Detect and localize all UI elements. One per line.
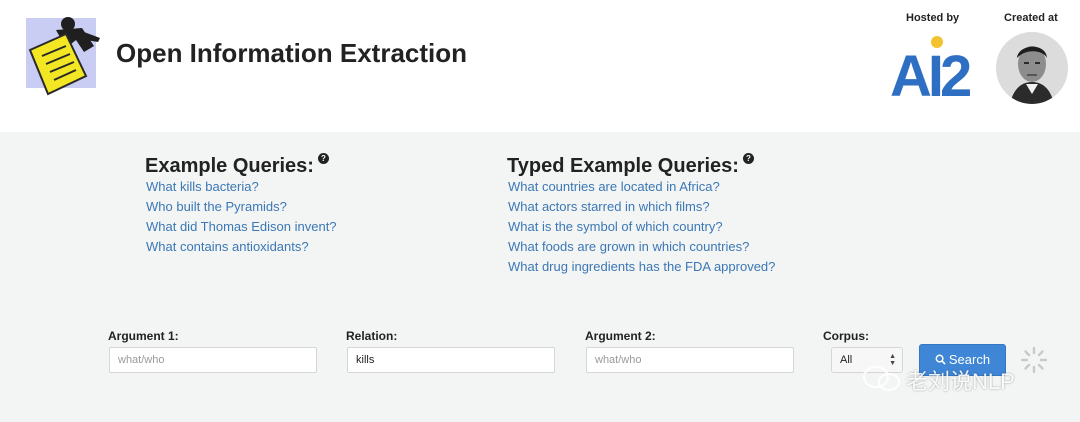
typed-example-query-link[interactable]: What foods are grown in which countries?: [508, 237, 775, 257]
loading-spinner-icon: [1020, 346, 1048, 374]
typed-example-query-link[interactable]: What countries are located in Africa?: [508, 177, 775, 197]
typed-example-query-link[interactable]: What is the symbol of which country?: [508, 217, 775, 237]
portrait-icon: [996, 32, 1068, 104]
page-header: Open Information Extraction Hosted by Cr…: [0, 0, 1080, 132]
example-query-link[interactable]: Who built the Pyramids?: [146, 197, 337, 217]
page-title: Open Information Extraction: [116, 38, 468, 68]
argument2-input[interactable]: [586, 347, 794, 373]
relation-input[interactable]: [347, 347, 555, 373]
ai2-logo-text: AI2: [890, 44, 970, 102]
example-queries-heading: Example Queries:?: [145, 153, 329, 178]
typed-example-queries-title: Typed Example Queries:: [507, 155, 739, 177]
ai2-dot-icon: [931, 36, 943, 48]
created-at-label: Created at: [1004, 12, 1058, 24]
typed-example-query-link[interactable]: What drug ingredients has the FDA approv…: [508, 257, 775, 277]
example-query-link[interactable]: What kills bacteria?: [146, 177, 337, 197]
typed-example-queries-heading: Typed Example Queries:?: [507, 153, 754, 178]
example-queries-title: Example Queries:: [145, 155, 314, 177]
argument1-label: Argument 1:: [108, 329, 179, 343]
help-icon[interactable]: ?: [742, 153, 754, 164]
typed-example-queries-list: What countries are located in Africa? Wh…: [508, 177, 775, 277]
typed-example-query-link[interactable]: What actors starred in which films?: [508, 197, 775, 217]
robber-document-logo-icon: [26, 17, 100, 96]
argument1-input[interactable]: [109, 347, 317, 373]
creator-avatar[interactable]: [996, 32, 1068, 104]
corpus-selected-value: All: [840, 354, 853, 366]
wechat-watermark-icon: [863, 366, 900, 391]
example-query-link[interactable]: What did Thomas Edison invent?: [146, 217, 337, 237]
argument2-label: Argument 2:: [585, 329, 656, 343]
ai2-logo[interactable]: AI2: [888, 34, 978, 102]
help-icon[interactable]: ?: [317, 153, 329, 164]
corpus-label: Corpus:: [823, 329, 869, 343]
hosted-by-label: Hosted by: [906, 12, 960, 24]
relation-label: Relation:: [346, 329, 398, 343]
watermark-text: 老刘说NLP: [906, 369, 1015, 394]
example-query-link[interactable]: What contains antioxidants?: [146, 237, 337, 257]
example-queries-list: What kills bacteria? Who built the Pyram…: [146, 177, 337, 257]
